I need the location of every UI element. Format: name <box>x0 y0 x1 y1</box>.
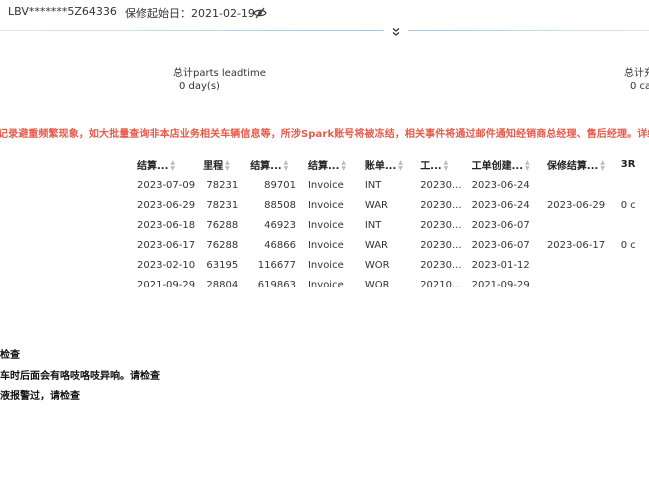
cell-3r <box>613 215 649 235</box>
table-row[interactable]: 2021-09-29 28804 619863 Invoice WOR 20210... 2… <box>129 275 649 288</box>
cell-warranty-settlement <box>539 215 613 235</box>
cell-settlement-no: 46923 <box>264 219 296 231</box>
cell-settlement-date: 2023-02-10 <box>137 259 196 271</box>
table-row[interactable]: 2023-06-17 76288 46866 Invoice WAR 20230... 20… <box>129 235 649 255</box>
sort-icon: ▲ ▼ <box>283 158 289 172</box>
cell-settlement-no: 619863 <box>257 279 296 288</box>
table-row[interactable]: 2023-06-29 78231 88508 Invoice WAR 20230... 20… <box>129 195 649 215</box>
cell-3r <box>613 275 649 287</box>
cell-settlement-no: 88508 <box>264 199 296 211</box>
cell-warranty-settlement: 2023-06-17 <box>546 239 606 251</box>
cell-mileage: 78231 <box>206 199 239 211</box>
service-records-table: 结算... ▲ ▼ 里程 ▲ ▼ 结算... ▲ ▼ 结算... ▲ ▼ 账单... ▲ ▼ 工..… <box>129 153 649 288</box>
cell-settlement-type: Invoice <box>307 219 344 231</box>
sort-icon: ▲ ▼ <box>600 158 605 172</box>
column-header-work-order-created[interactable]: 工单创建... ▲ ▼ <box>464 153 539 175</box>
cell-work-order: 20210... <box>420 279 462 288</box>
cell-work-order-created: 2023-06-07 <box>471 219 530 231</box>
stat-parts-leadtime-value: 0 day(s) <box>179 81 220 92</box>
cell-3r <box>613 255 649 275</box>
column-header-mileage[interactable]: 里程 ▲ ▼ <box>195 153 242 175</box>
cell-work-order: 20230... <box>420 239 462 251</box>
cell-settlement-date: 2021-09-29 <box>137 279 196 288</box>
cell-bill-type: WAR <box>364 199 388 211</box>
cell-work-order: 20230... <box>420 199 462 211</box>
warning-notice: 记录避重频繁现象，如大批量查询非本店业务相关车辆信息等，所涉Spark账号将被冻… <box>0 129 649 140</box>
cell-settlement-date: 2023-06-17 <box>137 239 196 251</box>
cell-mileage: 28804 <box>206 279 239 288</box>
stat-second-label: 总计充 <box>624 68 649 79</box>
cell-3r: 0 c <box>620 199 636 211</box>
note-item: 检查 <box>0 350 20 361</box>
column-header-3r[interactable]: 3R <box>613 153 649 175</box>
cell-work-order-created: 2023-06-24 <box>471 199 530 211</box>
sort-icon: ▲ ▼ <box>225 158 230 172</box>
cell-mileage: 76288 <box>206 219 239 231</box>
note-item: 车时后面会有咯吱咯吱异响。请检查 <box>0 371 160 382</box>
cell-settlement-no: 89701 <box>264 179 296 191</box>
table-row[interactable]: 2023-06-18 76288 46923 Invoice INT 20230... 20… <box>129 215 649 235</box>
column-header-settlement-type[interactable]: 结算... ▲ ▼ <box>300 153 357 175</box>
vin-text: LBV*******5Z64336 <box>8 5 117 18</box>
cell-settlement-type: Invoice <box>307 199 344 211</box>
table-row[interactable]: 2023-07-09 78231 89701 Invoice INT 20230... 20… <box>129 175 649 195</box>
sort-icon: ▲ ▼ <box>170 158 176 172</box>
cell-work-order: 20230... <box>420 179 462 191</box>
sort-icon: ▲ ▼ <box>443 158 449 172</box>
eye-off-icon[interactable] <box>253 4 267 19</box>
sort-icon: ▲ ▼ <box>341 158 347 172</box>
stat-parts-leadtime-label: 总计parts leadtime <box>173 68 266 79</box>
cell-mileage: 76288 <box>206 239 239 251</box>
column-header-settlement-date[interactable]: 结算... ▲ ▼ <box>129 153 195 175</box>
table-row[interactable]: 2023-02-10 63195 116677 Invoice WOR 20230... 2… <box>129 255 649 275</box>
cell-bill-type: WOR <box>364 259 390 271</box>
cell-mileage: 78231 <box>206 179 239 191</box>
cell-bill-type: WAR <box>364 239 388 251</box>
cell-work-order: 20230... <box>420 259 462 271</box>
cell-settlement-no: 46866 <box>264 239 296 251</box>
cell-settlement-no: 116677 <box>257 259 296 271</box>
column-header-settlement-no[interactable]: 结算... ▲ ▼ <box>242 153 300 175</box>
cell-bill-type: INT <box>364 219 382 231</box>
cell-3r: 0 c <box>620 239 636 251</box>
cell-warranty-settlement <box>539 255 613 275</box>
cell-settlement-date: 2023-06-18 <box>137 219 196 231</box>
sort-icon: ▲ ▼ <box>525 158 530 172</box>
cell-work-order-created: 2021-09-29 <box>471 279 530 288</box>
stat-second-value: 0 ca <box>630 81 649 92</box>
cell-warranty-settlement <box>539 175 613 195</box>
cell-settlement-type: Invoice <box>307 239 344 251</box>
cell-settlement-date: 2023-07-09 <box>137 179 196 191</box>
cell-work-order-created: 2023-06-07 <box>471 239 530 251</box>
collapse-toggle-button[interactable] <box>384 25 408 39</box>
cell-settlement-type: Invoice <box>307 179 344 191</box>
warranty-start-date: 保修起始日：2021-02-19 <box>125 7 255 20</box>
cell-bill-type: WOR <box>364 279 390 288</box>
cell-3r <box>613 175 649 195</box>
cell-work-order-created: 2023-01-12 <box>471 259 530 271</box>
column-header-bill-type[interactable]: 账单... ▲ ▼ <box>357 153 412 175</box>
double-chevron-down-icon <box>392 28 400 36</box>
cell-settlement-type: Invoice <box>307 259 344 271</box>
cell-work-order-created: 2023-06-24 <box>471 179 530 191</box>
note-item: 液报警过，请检查 <box>0 391 80 402</box>
cell-warranty-settlement <box>539 275 613 287</box>
cell-work-order: 20230... <box>420 219 462 231</box>
header-divider <box>0 30 649 31</box>
cell-settlement-type: Invoice <box>307 279 344 288</box>
column-header-work-order[interactable]: 工... ▲ ▼ <box>412 153 463 175</box>
cell-warranty-settlement: 2023-06-29 <box>546 199 606 211</box>
cell-mileage: 63195 <box>206 259 239 271</box>
cell-bill-type: INT <box>364 179 382 191</box>
sort-icon: ▲ ▼ <box>398 158 403 172</box>
column-header-warranty-settlement[interactable]: 保修结算... ▲ ▼ <box>539 153 613 175</box>
table-header-row: 结算... ▲ ▼ 里程 ▲ ▼ 结算... ▲ ▼ 结算... ▲ ▼ 账单... ▲ ▼ 工..… <box>129 153 649 175</box>
cell-settlement-date: 2023-06-29 <box>137 199 196 211</box>
